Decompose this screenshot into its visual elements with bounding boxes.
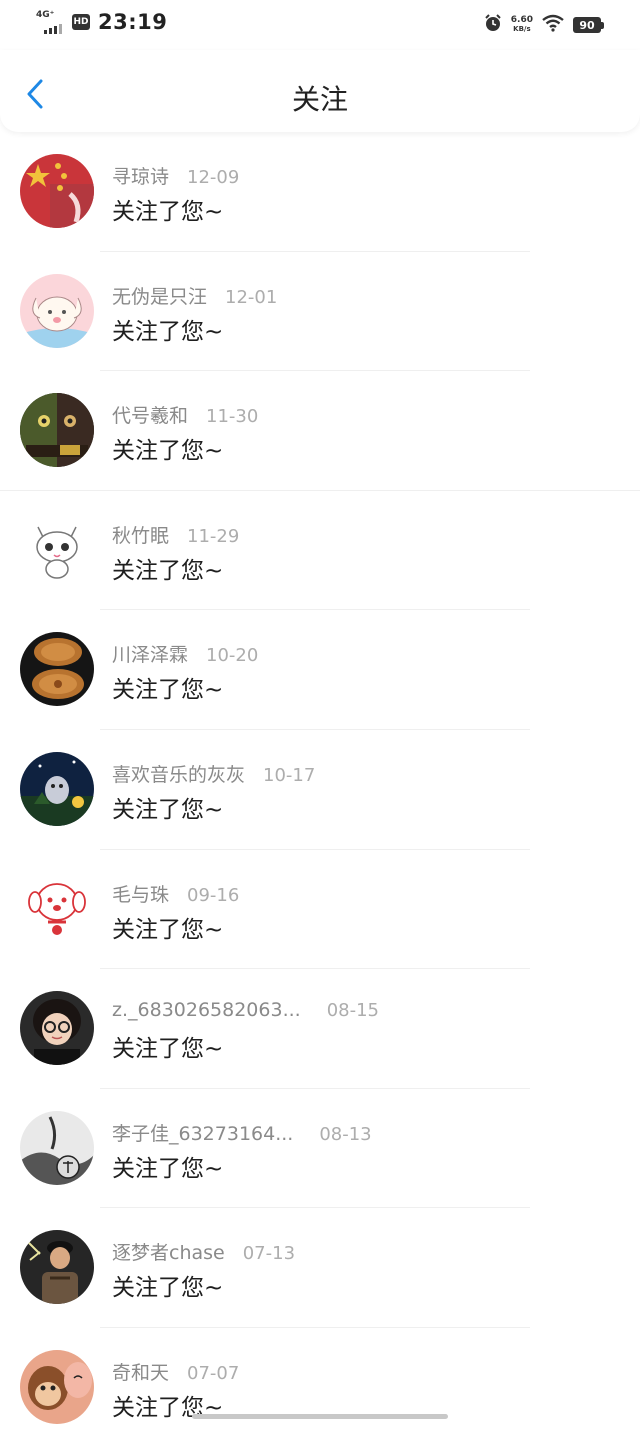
follow-message: 关注了您~ xyxy=(112,916,224,943)
puppy-avatar[interactable] xyxy=(20,273,94,348)
follow-date: 10-20 xyxy=(206,645,259,667)
list-item[interactable]: 逐梦者chase 07-13 关注了您~ xyxy=(0,1208,640,1328)
person-avatar[interactable] xyxy=(20,1230,94,1305)
follow-notification-list[interactable]: 寻琼诗 12-09 关注了您~ 无伪是只汪 12-01 关注了您~ 代号羲和 1… xyxy=(0,132,640,1448)
follow-message: 关注了您~ xyxy=(112,1036,224,1063)
follow-message: 关注了您~ xyxy=(112,1155,224,1182)
follow-message: 关注了您~ xyxy=(112,1275,224,1302)
username[interactable]: z._683026582063... xyxy=(112,999,301,1021)
follow-date: 07-13 xyxy=(242,1243,296,1265)
username[interactable]: 奇和天 xyxy=(112,1358,169,1385)
list-item[interactable]: 奇和天 07-07 关注了您~ xyxy=(0,1328,640,1448)
username[interactable]: 代号羲和 xyxy=(112,401,188,428)
status-bar: 4G⁺ HD 23:19 6.60 KB/s 90 xyxy=(0,0,640,50)
follow-date: 09-16 xyxy=(187,884,240,906)
follow-message: 关注了您~ xyxy=(112,199,224,225)
list-item[interactable]: 喜欢音乐的灰灰 10-17 关注了您~ xyxy=(0,730,640,850)
follow-message: 关注了您~ xyxy=(112,677,224,704)
follow-date: 07-07 xyxy=(187,1362,240,1384)
username[interactable]: 川泽泽霖 xyxy=(112,640,188,667)
follow-message: 关注了您~ xyxy=(112,557,224,584)
home-indicator[interactable] xyxy=(192,1414,448,1419)
wifi-icon xyxy=(541,14,565,36)
list-item[interactable]: 代号羲和 11-30 关注了您~ xyxy=(0,371,640,491)
night-avatar[interactable] xyxy=(20,751,94,826)
follow-date: 10-17 xyxy=(263,764,316,786)
follow-date: 12-09 xyxy=(187,167,240,188)
list-item[interactable]: 毛与珠 09-16 关注了您~ xyxy=(0,850,640,970)
follow-date: 11-29 xyxy=(187,525,240,547)
list-item[interactable]: 川泽泽霖 10-20 关注了您~ xyxy=(0,610,640,730)
alarm-icon xyxy=(483,13,503,37)
follow-date: 11-30 xyxy=(206,406,259,428)
header-bar: 关注 xyxy=(0,50,640,132)
follow-message: 关注了您~ xyxy=(112,318,224,345)
follow-message: 关注了您~ xyxy=(112,796,224,823)
flag-avatar[interactable] xyxy=(20,154,94,228)
follow-date: 12-01 xyxy=(225,286,278,308)
username[interactable]: 寻琼诗 xyxy=(112,162,169,189)
list-item[interactable]: 秋竹眠 11-29 关注了您~ xyxy=(0,491,640,611)
username[interactable]: 李子佳_63273164... xyxy=(112,1119,293,1146)
cat-avatar[interactable] xyxy=(20,512,94,587)
list-item[interactable]: z._683026582063... 08-15 关注了您~ xyxy=(0,969,640,1089)
list-item[interactable]: 无伪是只汪 12-01 关注了您~ xyxy=(0,252,640,372)
follow-message: 关注了您~ xyxy=(112,438,224,465)
username[interactable]: 秋竹眠 xyxy=(112,521,169,548)
battery-icon: 90 xyxy=(573,17,604,33)
network-type: 4G⁺ xyxy=(36,10,55,20)
page-title: 关注 xyxy=(291,83,348,116)
signal-icon: 4G⁺ xyxy=(36,10,64,34)
girl-avatar[interactable] xyxy=(20,991,94,1066)
username[interactable]: 喜欢音乐的灰灰 xyxy=(112,760,245,787)
monkey-avatar[interactable] xyxy=(20,1349,94,1424)
list-item[interactable]: 李子佳_63273164... 08-13 关注了您~ xyxy=(0,1089,640,1209)
dog-avatar[interactable] xyxy=(20,871,94,946)
follow-date: 08-15 xyxy=(326,1000,380,1022)
hd-icon: HD xyxy=(72,14,90,30)
username[interactable]: 毛与珠 xyxy=(112,880,169,907)
cartoon-avatar[interactable] xyxy=(20,393,94,468)
mooncake-avatar[interactable] xyxy=(20,632,94,707)
list-item[interactable]: 寻琼诗 12-09 关注了您~ xyxy=(0,132,640,252)
follow-date: 08-13 xyxy=(319,1123,372,1145)
username[interactable]: 无伪是只汪 xyxy=(112,282,207,309)
username[interactable]: 逐梦者chase xyxy=(112,1238,225,1265)
ink-avatar[interactable] xyxy=(20,1110,94,1185)
network-speed: 6.60 KB/s xyxy=(510,15,533,34)
clock: 23:19 xyxy=(98,10,168,34)
